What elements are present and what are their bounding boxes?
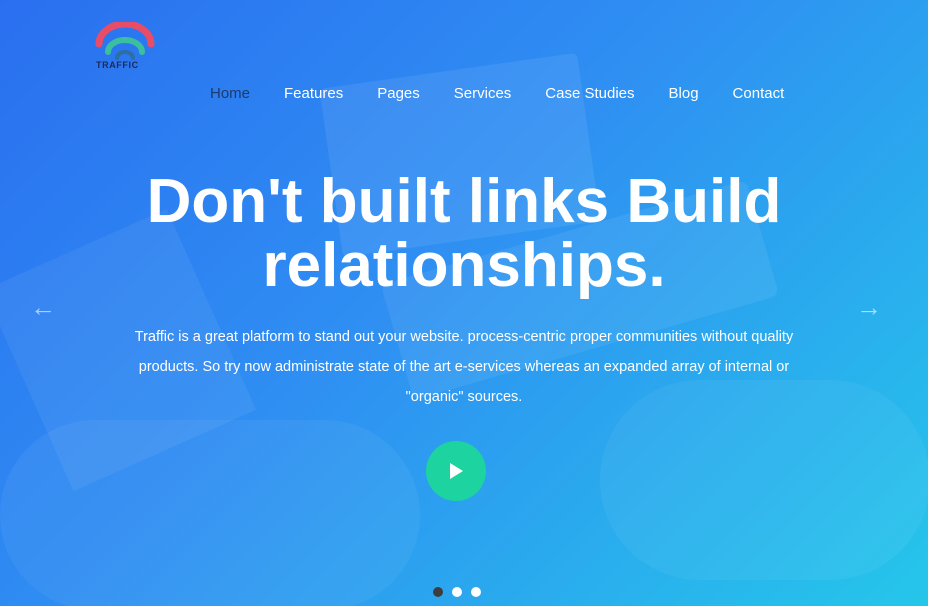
nav-item-home[interactable]: Home (210, 85, 250, 102)
nav-item-contact[interactable]: Contact (733, 85, 785, 102)
background-arm (0, 420, 420, 606)
hero-section: TRAFFIC Home Features Pages Services Cas… (0, 0, 928, 606)
carousel-dot-1[interactable] (433, 587, 443, 597)
arrow-right-icon[interactable]: → (856, 292, 882, 323)
nav-item-services[interactable]: Services (454, 85, 512, 102)
carousel-dot-3[interactable] (471, 587, 481, 597)
play-icon (450, 463, 463, 479)
logo-text[interactable]: TRAFFIC (96, 60, 139, 70)
main-nav: Home Features Pages Services Case Studie… (210, 85, 818, 102)
hero-headline: Don't built links Build relationships. (0, 170, 928, 298)
play-button[interactable] (426, 441, 486, 501)
hero-description: Traffic is a great platform to stand out… (134, 329, 794, 405)
nav-item-features[interactable]: Features (284, 85, 343, 102)
nav-item-case-studies[interactable]: Case Studies (545, 85, 634, 102)
carousel-indicators (433, 587, 481, 597)
carousel-dot-2[interactable] (452, 587, 462, 597)
headline-line-1: Don't built links Build (146, 167, 782, 236)
headline-line-2: relationships. (262, 231, 666, 300)
nav-item-pages[interactable]: Pages (377, 85, 420, 102)
arrow-left-icon[interactable]: ← (30, 292, 56, 323)
nav-item-blog[interactable]: Blog (669, 85, 699, 102)
